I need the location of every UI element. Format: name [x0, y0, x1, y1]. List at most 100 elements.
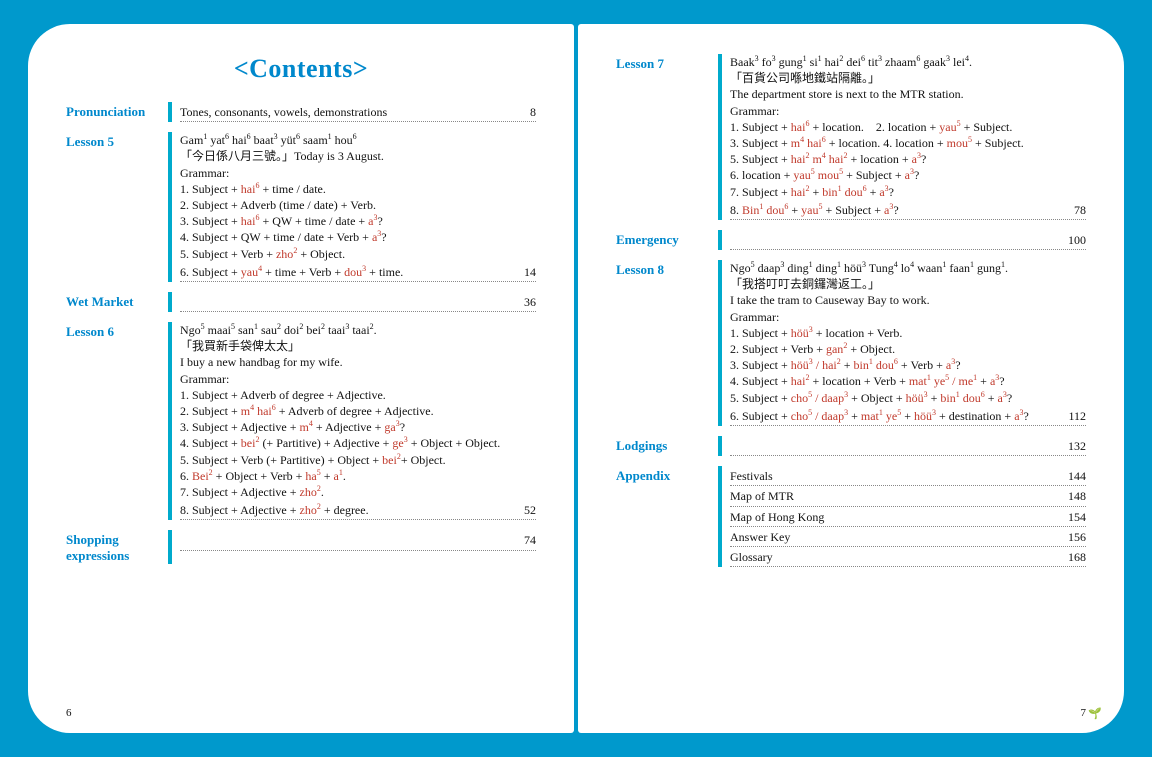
- content-line: 2. Subject + Verb + gan2 + Object.: [730, 341, 1086, 357]
- page-row: 8. Subject + Adjective + zho2 + degree.5…: [180, 500, 536, 520]
- page-left: <Contents> Pronunciation Tones, consonant…: [28, 24, 574, 733]
- entry-content: Baak3 fo3 gung1 si1 hai2 dei6 tit3 zhaam…: [730, 54, 1086, 220]
- accent-bar: [168, 102, 172, 122]
- toc-entry: AppendixFestivals144Map of MTR148Map of …: [616, 466, 1086, 567]
- content-line: 2. Subject + m4 hai6 + Adverb of degree …: [180, 403, 536, 419]
- page-row: 6. Subject + yau4 + time + Verb + dou3 +…: [180, 262, 536, 282]
- content-line: 5. Subject + cho5 / daap3 + Object + höü…: [730, 390, 1086, 406]
- content-line: 3. Subject + hai6 + QW + time / date + a…: [180, 213, 536, 229]
- entry-label: Pronunciation: [66, 102, 168, 120]
- page-row: 74: [180, 530, 536, 550]
- page-number: 132: [1052, 438, 1086, 454]
- accent-bar: [168, 132, 172, 282]
- entry-content: 100: [730, 230, 1086, 250]
- content-line: 「百貨公司喺地鐵站隔離。」: [730, 70, 1086, 86]
- right-entries: Lesson 7Baak3 fo3 gung1 si1 hai2 dei6 ti…: [616, 54, 1086, 567]
- page-number: 78: [1052, 202, 1086, 218]
- page-number: 168: [1052, 549, 1086, 565]
- content-line: 4. Subject + QW + time / date + Verb + a…: [180, 229, 536, 245]
- entry-label: Shopping expressions: [66, 530, 168, 564]
- content-line: Grammar:: [730, 103, 1086, 119]
- accent-bar: [718, 436, 722, 456]
- content-line: 6. Bei2 + Object + Verb + ha5 + a1.: [180, 468, 536, 484]
- accent-bar: [718, 260, 722, 426]
- entry-label: Emergency: [616, 230, 718, 248]
- content-line: 「我買新手袋俾太太」: [180, 338, 536, 354]
- entry-content: Ngo5 maai5 san1 sau2 doi2 bei2 taai3 taa…: [180, 322, 536, 520]
- page-row: Map of MTR148: [730, 486, 1086, 506]
- page-number-right: 7: [1081, 707, 1087, 719]
- content-line: I buy a new handbag for my wife.: [180, 354, 536, 370]
- entry-label: Lesson 5: [66, 132, 168, 150]
- content-line: 「今日係八月三號。」Today is 3 August.: [180, 148, 536, 164]
- page-row: 8. Bin1 dou6 + yau5 + Subject + a3?78: [730, 200, 1086, 220]
- page-number: 100: [1052, 232, 1086, 248]
- content-line: Baak3 fo3 gung1 si1 hai2 dei6 tit3 zhaam…: [730, 54, 1086, 70]
- entry-content: 132: [730, 436, 1086, 456]
- row-text: 6. Subject + cho5 / daap3 + mat1 ye5 + h…: [730, 408, 1052, 424]
- row-text: 8. Bin1 dou6 + yau5 + Subject + a3?: [730, 202, 1052, 218]
- page-row: 100: [730, 230, 1086, 250]
- contents-title: <Contents>: [66, 54, 536, 84]
- content-line: The department store is next to the MTR …: [730, 86, 1086, 102]
- entry-label: Lesson 8: [616, 260, 718, 278]
- accent-bar: [718, 466, 722, 567]
- page-number: 14: [502, 264, 536, 280]
- row-text: Glossary: [730, 549, 1052, 565]
- content-line: 3. Subject + Adjective + m4 + Adjective …: [180, 419, 536, 435]
- content-line: 2. Subject + Adverb (time / date) + Verb…: [180, 197, 536, 213]
- content-line: Ngo5 daap3 ding1 ding1 höü3 Tung4 lo4 wa…: [730, 260, 1086, 276]
- page-row: 36: [180, 292, 536, 312]
- content-line: Grammar:: [730, 309, 1086, 325]
- row-text: 6. Subject + yau4 + time + Verb + dou3 +…: [180, 264, 502, 280]
- entry-label: Appendix: [616, 466, 718, 484]
- row-text: Tones, consonants, vowels, demonstration…: [180, 104, 502, 120]
- content-line: 1. Subject + hai6 + time / date.: [180, 181, 536, 197]
- content-line: 7. Subject + Adjective + zho2.: [180, 484, 536, 500]
- page-row: Answer Key156: [730, 527, 1086, 547]
- content-line: 「我搭叮叮去銅鑼灣返工。」: [730, 276, 1086, 292]
- page-right: Lesson 7Baak3 fo3 gung1 si1 hai2 dei6 ti…: [578, 24, 1124, 733]
- toc-entry: Lesson 6Ngo5 maai5 san1 sau2 doi2 bei2 t…: [66, 322, 536, 520]
- content-line: I take the tram to Causeway Bay to work.: [730, 292, 1086, 308]
- row-text: Festivals: [730, 468, 1052, 484]
- content-line: 5. Subject + hai2 m4 hai2 + location + a…: [730, 151, 1086, 167]
- book-spread: <Contents> Pronunciation Tones, consonant…: [0, 0, 1152, 757]
- page-row: Glossary168: [730, 547, 1086, 567]
- row-text: Answer Key: [730, 529, 1052, 545]
- accent-bar: [718, 54, 722, 220]
- content-line: Grammar:: [180, 165, 536, 181]
- page-number-left: 6: [66, 707, 72, 719]
- entry-content: Tones, consonants, vowels, demonstration…: [180, 102, 536, 122]
- accent-bar: [718, 230, 722, 250]
- sprout-icon: 🌱: [1088, 707, 1102, 720]
- entry-label: Lodgings: [616, 436, 718, 454]
- content-line: 5. Subject + Verb + zho2 + Object.: [180, 246, 536, 262]
- page-number: 144: [1052, 468, 1086, 484]
- page-row: Map of Hong Kong154: [730, 507, 1086, 527]
- accent-bar: [168, 530, 172, 564]
- row-text: Map of Hong Kong: [730, 509, 1052, 525]
- toc-entry: Lodgings 132: [616, 436, 1086, 456]
- content-line: Gam1 yat6 hai6 baat3 yüt6 saam1 hou6: [180, 132, 536, 148]
- toc-entry: Lesson 7Baak3 fo3 gung1 si1 hai2 dei6 ti…: [616, 54, 1086, 220]
- page-row: 132: [730, 436, 1086, 456]
- page-number: 112: [1052, 408, 1086, 424]
- toc-entry: Emergency 100: [616, 230, 1086, 250]
- content-line: 1. Subject + hai6 + location. 2. locatio…: [730, 119, 1086, 135]
- row-text: Map of MTR: [730, 488, 1052, 504]
- content-line: 4. Subject + hai2 + location + Verb + ma…: [730, 373, 1086, 389]
- toc-entry: Wet Market36: [66, 292, 536, 312]
- entry-content: 74: [180, 530, 536, 550]
- content-line: 5. Subject + Verb (+ Partitive) + Object…: [180, 452, 536, 468]
- content-line: 7. Subject + hai2 + bin1 dou6 + a3?: [730, 184, 1086, 200]
- page-number: 156: [1052, 529, 1086, 545]
- page-number: 36: [502, 294, 536, 310]
- page-number: 8: [502, 104, 536, 120]
- page-number: 154: [1052, 509, 1086, 525]
- toc-entry: Lesson 8 Ngo5 daap3 ding1 ding1 höü3 Tung…: [616, 260, 1086, 426]
- content-line: 3. Subject + m4 hai6 + location. 4. loca…: [730, 135, 1086, 151]
- entry-content: 36: [180, 292, 536, 312]
- page-number: 74: [502, 532, 536, 548]
- accent-bar: [168, 322, 172, 520]
